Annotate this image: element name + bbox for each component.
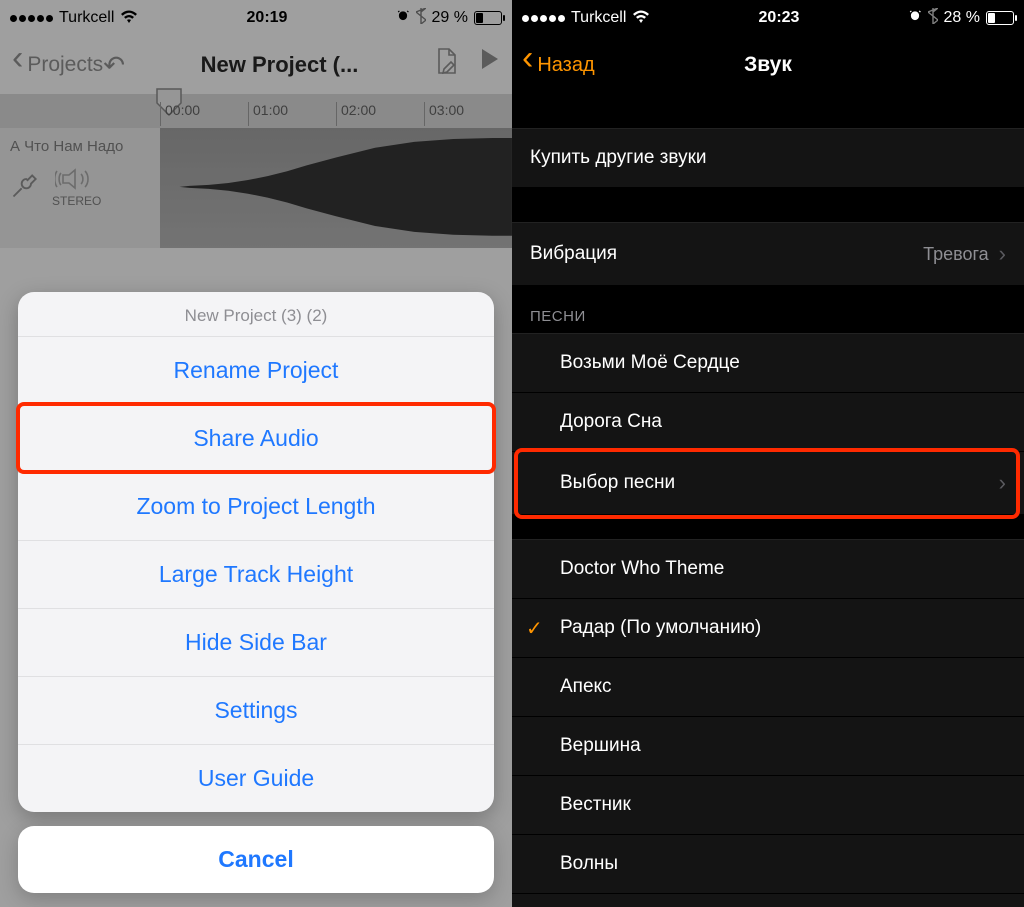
status-time: 20:23 — [759, 9, 800, 27]
action-sheet: New Project (3) (2) Rename ProjectShare … — [18, 292, 494, 812]
bluetooth-icon — [928, 8, 938, 29]
cell-label: Возьми Моё Сердце — [560, 352, 740, 374]
checkmark-icon: ✓ — [526, 616, 543, 641]
cell-label: Вибрация — [530, 243, 617, 265]
alarm-icon — [908, 9, 922, 28]
cell-label: Апекс — [560, 676, 612, 698]
cell-label: Волны — [560, 853, 618, 875]
nav-bar: Назад Звук — [512, 36, 1024, 94]
action-sheet-item[interactable]: Hide Side Bar — [18, 608, 494, 676]
songs-header: ПЕСНИ — [512, 286, 1024, 333]
cell-label: Купить другие звуки — [530, 147, 707, 169]
back-label: Назад — [537, 54, 594, 77]
ringtone-cell[interactable]: Апекс — [512, 658, 1024, 717]
ringtone-cell[interactable]: Вступление — [512, 894, 1024, 907]
ringtone-cell[interactable]: Вершина — [512, 717, 1024, 776]
battery-icon — [986, 11, 1014, 25]
action-sheet-item[interactable]: Share Audio — [18, 404, 494, 472]
vibration-cell[interactable]: Вибрация Тревога › — [512, 222, 1024, 286]
cell-label: Выбор песни — [560, 472, 675, 494]
nav-title: Звук — [744, 53, 792, 77]
action-sheet-item[interactable]: Large Track Height — [18, 540, 494, 608]
action-sheet-item[interactable]: Rename Project — [18, 336, 494, 404]
song-cell[interactable]: Дорога Сна — [512, 393, 1024, 452]
right-screenshot: Turkcell 20:23 28 % Назад — [512, 0, 1024, 907]
song-cell[interactable]: Возьми Моё Сердце — [512, 333, 1024, 393]
ringtone-cell[interactable]: Doctor Who Theme — [512, 539, 1024, 599]
ringtone-cell[interactable]: ✓ Радар (По умолчанию) — [512, 599, 1024, 658]
action-sheet-item[interactable]: Settings — [18, 676, 494, 744]
battery-pct: 28 % — [944, 9, 980, 27]
action-sheet-item[interactable]: Zoom to Project Length — [18, 472, 494, 540]
cell-detail: Тревога — [923, 244, 989, 265]
action-sheet-item[interactable]: User Guide — [18, 744, 494, 812]
song-cell[interactable]: Выбор песни › — [512, 452, 1024, 515]
ringtone-cell[interactable]: Волны — [512, 835, 1024, 894]
signal-dots-icon — [522, 15, 565, 22]
cell-label: Дорога Сна — [560, 411, 662, 433]
left-screenshot: Turkcell 20:19 29 % — [0, 0, 512, 907]
cell-label: Вестник — [560, 794, 631, 816]
wifi-icon — [632, 10, 650, 27]
cell-label: Doctor Who Theme — [560, 558, 724, 580]
chevron-left-icon — [522, 54, 533, 77]
cell-label: Вершина — [560, 735, 641, 757]
buy-ringtones-cell[interactable]: Купить другие звуки — [512, 128, 1024, 188]
chevron-right-icon: › — [999, 241, 1006, 267]
chevron-right-icon: › — [999, 470, 1006, 496]
back-button[interactable]: Назад — [522, 54, 595, 77]
status-bar: Turkcell 20:23 28 % — [512, 0, 1024, 36]
settings-list: Купить другие звуки Вибрация Тревога › П… — [512, 94, 1024, 907]
cancel-button[interactable]: Cancel — [18, 826, 494, 893]
carrier-label: Turkcell — [571, 9, 626, 27]
cell-label: Радар (По умолчанию) — [560, 617, 761, 639]
action-sheet-title: New Project (3) (2) — [18, 292, 494, 336]
ringtone-cell[interactable]: Вестник — [512, 776, 1024, 835]
